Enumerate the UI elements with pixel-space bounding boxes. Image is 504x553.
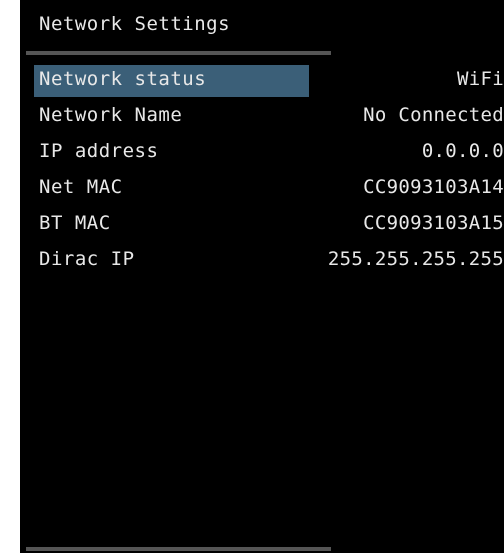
page-title: Network Settings — [39, 13, 231, 35]
settings-screen: Network Settings Network status WiFi Net… — [20, 0, 504, 553]
setting-value: 255.255.255.255 — [327, 248, 504, 270]
setting-label: IP address — [39, 140, 159, 162]
setting-value: WiFi — [457, 68, 504, 90]
setting-row-dirac-ip[interactable]: Dirac IP 255.255.255.255 — [20, 245, 504, 281]
setting-label: Net MAC — [39, 176, 123, 198]
setting-row-net-mac[interactable]: Net MAC CC9093103A14 — [20, 173, 504, 209]
footer-divider — [26, 547, 331, 551]
setting-label: Network status — [39, 68, 207, 90]
setting-row-ip-address[interactable]: IP address 0.0.0.0 — [20, 137, 504, 173]
setting-label: BT MAC — [39, 212, 111, 234]
setting-row-bt-mac[interactable]: BT MAC CC9093103A15 — [20, 209, 504, 245]
setting-row-network-name[interactable]: Network Name No Connected — [20, 101, 504, 137]
setting-row-network-status[interactable]: Network status WiFi — [20, 65, 504, 101]
setting-value: CC9093103A14 — [363, 176, 504, 198]
setting-label: Network Name — [39, 104, 183, 126]
setting-value: 0.0.0.0 — [421, 140, 504, 162]
setting-value: No Connected — [363, 104, 504, 126]
setting-value: CC9093103A15 — [363, 212, 504, 234]
settings-list: Network status WiFi Network Name No Conn… — [20, 65, 504, 281]
header-divider — [26, 51, 331, 55]
setting-label: Dirac IP — [39, 248, 135, 270]
